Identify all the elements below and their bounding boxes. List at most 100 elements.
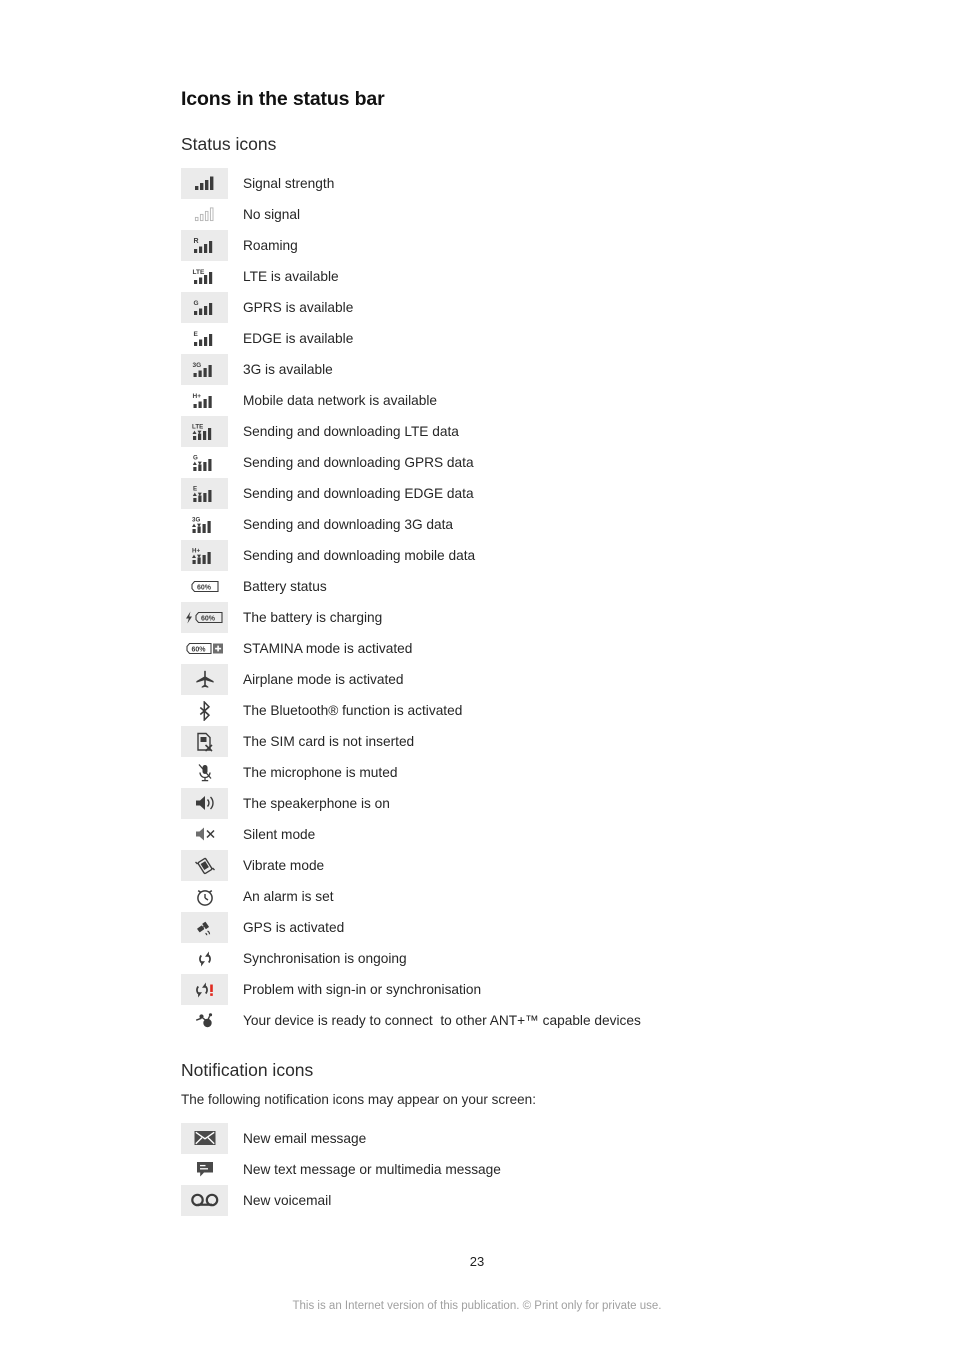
edge-data-transfer-icon: E: [181, 478, 228, 509]
mobile-data-transfer-icon: H+: [181, 540, 228, 571]
edge-available-icon: E: [181, 323, 228, 354]
row-label: Airplane mode is activated: [243, 672, 404, 687]
svg-text:H+: H+: [192, 547, 200, 554]
speakerphone-icon: [181, 788, 228, 819]
table-row: The Bluetooth® function is activated: [181, 695, 821, 726]
row-label: Mobile data network is available: [243, 393, 438, 408]
new-email-icon: [181, 1123, 228, 1154]
table-row: 60% Battery status: [181, 571, 821, 602]
sync-ongoing-icon: [181, 943, 228, 974]
table-row: No signal: [181, 199, 821, 230]
svg-text:H+: H+: [193, 393, 202, 400]
svg-text:G: G: [193, 300, 198, 307]
row-label: New voicemail: [243, 1193, 332, 1208]
svg-text:E: E: [193, 485, 197, 492]
table-row: Signal strength: [181, 168, 821, 199]
row-label: Signal strength: [243, 176, 335, 191]
new-voicemail-icon: [181, 1185, 228, 1216]
table-row: 60% The battery is charging: [181, 602, 821, 633]
lte-data-transfer-icon: LTE: [181, 416, 228, 447]
row-label: The Bluetooth® function is activated: [243, 703, 463, 718]
row-label: No signal: [243, 207, 301, 222]
row-label: The speakerphone is on: [243, 796, 390, 811]
svg-text:LTE: LTE: [192, 423, 203, 430]
row-label: STAMINA mode is activated: [243, 641, 413, 656]
row-label: Roaming: [243, 238, 298, 253]
table-row: G Sending and downloading GPRS data: [181, 447, 821, 478]
airplane-mode-icon: [181, 664, 228, 695]
lte-available-icon: LTE: [181, 261, 228, 292]
row-label: New email message: [243, 1131, 367, 1146]
microphone-muted-icon: [181, 757, 228, 788]
table-row: The speakerphone is on: [181, 788, 821, 819]
row-label: Sending and downloading mobile data: [243, 548, 476, 563]
no-signal-icon: [181, 199, 228, 230]
document-page: Icons in the status bar Status icons Sig…: [0, 0, 954, 1350]
table-row: Vibrate mode: [181, 850, 821, 881]
row-label: EDGE is available: [243, 331, 354, 346]
row-label: Sending and downloading 3G data: [243, 517, 454, 532]
svg-text:E: E: [193, 331, 198, 338]
svg-text:G: G: [193, 454, 198, 461]
mobile-data-available-icon: H+: [181, 385, 228, 416]
svg-text:R: R: [193, 238, 198, 245]
3g-data-transfer-icon: 3G: [181, 509, 228, 540]
table-row: 3G Sending and downloading 3G data: [181, 509, 821, 540]
table-row: H+ Mobile data network is available: [181, 385, 821, 416]
vibrate-mode-icon: [181, 850, 228, 881]
table-row: Your device is ready to connect to other…: [181, 1005, 821, 1036]
battery-level-text: 60%: [197, 584, 212, 591]
battery-charging-icon: 60%: [181, 602, 228, 633]
table-row: LTE LTE is available: [181, 261, 821, 292]
row-label: Problem with sign-in or synchronisation: [243, 982, 482, 997]
table-row: An alarm is set: [181, 881, 821, 912]
row-label: The battery is charging: [243, 610, 383, 625]
row-label: Sending and downloading LTE data: [243, 424, 459, 439]
row-label: New text message or multimedia message: [243, 1162, 501, 1177]
silent-mode-icon: [181, 819, 228, 850]
table-row: New text message or multimedia message: [181, 1154, 821, 1185]
table-row: Silent mode: [181, 819, 821, 850]
table-row: 3G 3G is available: [181, 354, 821, 385]
sync-problem-icon: [181, 974, 228, 1005]
stamina-mode-icon: 60%: [181, 633, 228, 664]
svg-text:LTE: LTE: [192, 269, 204, 276]
table-row: Problem with sign-in or synchronisation: [181, 974, 821, 1005]
row-label: GPRS is available: [243, 300, 354, 315]
table-row: LTE Sending and downloading LTE data: [181, 416, 821, 447]
table-row: GPS is activated: [181, 912, 821, 943]
table-row: New email message: [181, 1123, 821, 1154]
table-row: 60% STAMINA mode is activated: [181, 633, 821, 664]
page-content: Icons in the status bar Status icons Sig…: [181, 86, 821, 1216]
3g-available-icon: 3G: [181, 354, 228, 385]
table-row: New voicemail: [181, 1185, 821, 1216]
row-label: Silent mode: [243, 827, 316, 842]
battery-level-text: 60%: [191, 646, 206, 653]
gprs-available-icon: G: [181, 292, 228, 323]
row-label: The microphone is muted: [243, 765, 398, 780]
row-label: An alarm is set: [243, 889, 334, 904]
svg-text:3G: 3G: [192, 516, 200, 523]
notification-icons-table: New email message New text message or mu…: [181, 1123, 821, 1216]
row-label: The SIM card is not inserted: [243, 734, 415, 749]
row-label: GPS is activated: [243, 920, 345, 935]
page-number: 23: [469, 1254, 485, 1269]
footer-note: This is an Internet version of this publ…: [292, 1300, 662, 1312]
notification-icons-heading: Notification icons: [181, 1060, 314, 1080]
table-row: The SIM card is not inserted: [181, 726, 821, 757]
alarm-icon: [181, 881, 228, 912]
table-row: E Sending and downloading EDGE data: [181, 478, 821, 509]
status-icons-table: Signal strength No signal R Roaming LTE …: [181, 168, 821, 1036]
table-row: The microphone is muted: [181, 757, 821, 788]
row-label: LTE is available: [243, 269, 339, 284]
page-title: Icons in the status bar: [181, 88, 385, 110]
gps-icon: [181, 912, 228, 943]
battery-level-text: 60%: [201, 615, 216, 622]
battery-status-icon: 60%: [181, 571, 228, 602]
row-label: Battery status: [243, 579, 327, 594]
ant-plus-icon: [181, 1005, 228, 1036]
table-row: Airplane mode is activated: [181, 664, 821, 695]
table-row: H+ Sending and downloading mobile data: [181, 540, 821, 571]
row-label: Vibrate mode: [243, 858, 325, 873]
row-label: 3G is available: [243, 362, 333, 377]
